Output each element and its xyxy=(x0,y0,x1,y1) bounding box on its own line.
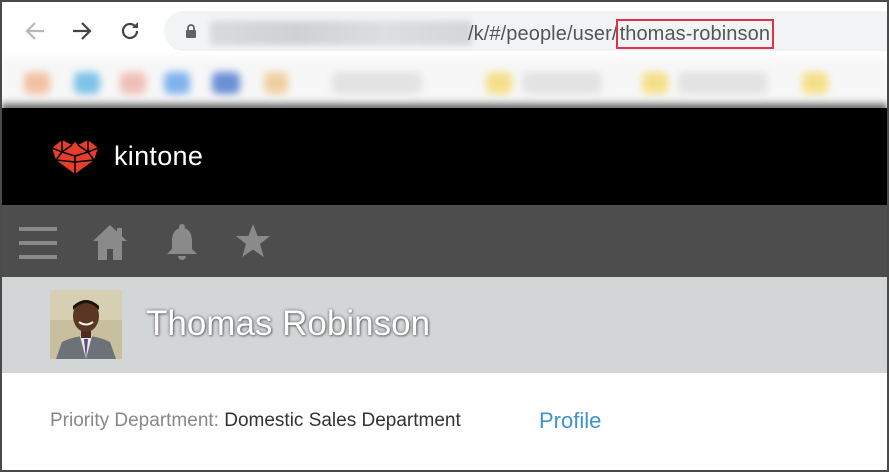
priority-department-value: Domestic Sales Department xyxy=(224,410,461,431)
user-full-name: Thomas Robinson xyxy=(146,304,431,343)
profile-link[interactable]: Profile xyxy=(539,408,601,434)
url-highlight: thomas-robinson xyxy=(615,19,775,49)
reload-icon xyxy=(121,22,139,40)
url-domain-blurred xyxy=(210,21,472,45)
avatar-photo xyxy=(50,290,122,359)
priority-department-label: Priority Department: xyxy=(50,410,219,431)
lock-icon xyxy=(186,24,196,38)
arrow-right-icon xyxy=(73,22,92,40)
app-name: kintone xyxy=(114,140,204,171)
home-icon[interactable] xyxy=(92,223,128,261)
screenshot-frame: /k/#/people/user/thomas-robinson kintone… xyxy=(0,0,889,472)
arrow-left-icon xyxy=(25,22,44,40)
forward-button[interactable] xyxy=(69,18,95,44)
star-icon[interactable] xyxy=(235,223,271,259)
app-toolbar xyxy=(2,205,887,277)
profile-header: Thomas Robinson xyxy=(2,277,887,373)
app-header: kintone xyxy=(2,108,887,205)
kintone-logo[interactable]: kintone xyxy=(48,136,203,176)
url-path: /k/#/people/user/ xyxy=(468,23,618,45)
avatar[interactable] xyxy=(50,290,122,359)
back-button[interactable] xyxy=(22,18,48,44)
menu-icon[interactable] xyxy=(19,225,57,261)
reload-button[interactable] xyxy=(117,18,143,44)
browser-toolbar: /k/#/people/user/thomas-robinson xyxy=(2,2,887,60)
url-text: /k/#/people/user/thomas-robinson xyxy=(468,19,775,49)
priority-department-row: Priority Department: Domestic Sales Depa… xyxy=(50,410,461,432)
kintone-logo-icon xyxy=(51,140,99,174)
bell-icon[interactable] xyxy=(165,223,199,261)
